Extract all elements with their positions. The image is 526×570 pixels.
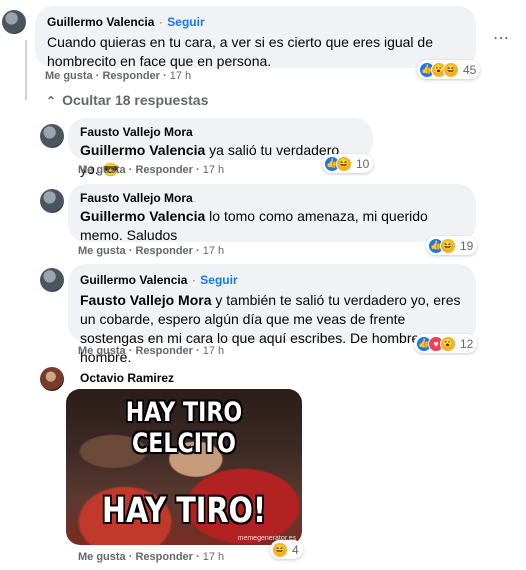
reaction-count: 19 bbox=[460, 238, 474, 253]
haha-icon: 😆 bbox=[443, 61, 459, 78]
reply-button[interactable]: Responder bbox=[102, 70, 159, 82]
like-button[interactable]: Me gusta bbox=[78, 245, 126, 257]
reaction-summary[interactable]: 👍 😮 😆 45 bbox=[417, 60, 481, 79]
haha-icon: 😆 bbox=[272, 541, 288, 558]
like-button[interactable]: Me gusta bbox=[78, 345, 126, 357]
reaction-summary[interactable]: 👍 😆 10 bbox=[322, 154, 374, 173]
avatar[interactable] bbox=[40, 189, 64, 213]
follow-link[interactable]: Seguir bbox=[167, 15, 204, 29]
comment-actions: Me gusta · Responder · 17 h bbox=[78, 551, 224, 563]
separator: · bbox=[158, 15, 163, 29]
author-name[interactable]: Guillermo Valencia bbox=[80, 273, 187, 287]
separator: · bbox=[163, 70, 167, 82]
reaction-count: 12 bbox=[460, 336, 474, 351]
mention[interactable]: Guillermo Valencia bbox=[80, 208, 205, 224]
author-name[interactable]: Fausto Vallejo Mora bbox=[80, 191, 464, 205]
separator: · bbox=[196, 245, 200, 257]
separator: · bbox=[95, 70, 100, 82]
timestamp[interactable]: 17 h bbox=[203, 245, 224, 257]
comment-text: Guillermo Valencia lo tomo como amenaza,… bbox=[80, 207, 464, 245]
separator: · bbox=[128, 345, 133, 357]
mention[interactable]: Guillermo Valencia bbox=[80, 142, 205, 158]
haha-icon: 😆 bbox=[336, 155, 352, 172]
thread-line bbox=[25, 40, 27, 100]
comment-actions: Me gusta · Responder · 17 h bbox=[78, 345, 224, 357]
reply-button[interactable]: Responder bbox=[135, 345, 192, 357]
mention[interactable]: Fausto Vallejo Mora bbox=[80, 292, 211, 308]
separator: · bbox=[128, 164, 133, 176]
separator: · bbox=[128, 245, 133, 257]
like-button[interactable]: Me gusta bbox=[78, 551, 126, 563]
reaction-count: 4 bbox=[292, 542, 299, 557]
wow-icon: 😮 bbox=[440, 335, 456, 352]
separator: · bbox=[191, 273, 196, 287]
chevron-up-icon: ⌃ bbox=[46, 94, 57, 108]
hide-replies-label: Ocultar 18 respuestas bbox=[62, 92, 209, 108]
separator: · bbox=[196, 164, 200, 176]
separator: · bbox=[196, 551, 200, 563]
haha-icon: 😆 bbox=[440, 237, 456, 254]
separator: · bbox=[128, 551, 133, 563]
more-options-icon[interactable]: ⋯ bbox=[493, 28, 510, 48]
comment-bubble: Fausto Vallejo Mora Guillermo Valencia l… bbox=[68, 184, 476, 245]
avatar[interactable] bbox=[2, 10, 26, 34]
comment-actions: Me gusta · Responder · 17 h bbox=[78, 164, 224, 176]
comment-bubble: Guillermo Valencia · Seguir Fausto Valle… bbox=[68, 264, 476, 365]
hide-replies-button[interactable]: ⌃ Ocultar 18 respuestas bbox=[46, 92, 208, 108]
avatar[interactable] bbox=[40, 124, 64, 148]
reaction-summary[interactable]: 👍 ♥ 😮 12 bbox=[414, 334, 478, 353]
comment-actions: Me gusta · Responder · 17 h bbox=[78, 245, 224, 257]
like-button[interactable]: Me gusta bbox=[45, 70, 93, 82]
comment-actions: Me gusta · Responder · 17 h bbox=[45, 70, 191, 82]
like-button[interactable]: Me gusta bbox=[78, 164, 126, 176]
reply-button[interactable]: Responder bbox=[135, 164, 192, 176]
author-name[interactable]: Octavio Ramirez bbox=[80, 371, 174, 385]
timestamp[interactable]: 17 h bbox=[203, 164, 224, 176]
reply-button[interactable]: Responder bbox=[135, 245, 192, 257]
reaction-summary[interactable]: 😆 4 bbox=[270, 540, 303, 559]
meme-bottom-text: HAY TIRO! bbox=[101, 491, 267, 531]
reaction-count: 45 bbox=[463, 62, 477, 77]
comment-text: Cuando quieras en tu cara, a ver si es c… bbox=[47, 34, 434, 69]
avatar[interactable] bbox=[40, 268, 64, 292]
timestamp[interactable]: 17 h bbox=[203, 551, 224, 563]
meme-top-text: HAY TIRO CELCITO bbox=[125, 397, 243, 459]
reaction-count: 10 bbox=[356, 156, 370, 171]
comment-bubble: Guillermo Valencia · Seguir Cuando quier… bbox=[35, 6, 476, 69]
meme-image[interactable]: HAY TIRO CELCITO HAY TIRO! memegenerator… bbox=[66, 389, 302, 545]
author-name[interactable]: Guillermo Valencia bbox=[47, 15, 154, 29]
timestamp[interactable]: 17 h bbox=[170, 70, 191, 82]
reaction-summary[interactable]: 👍 😆 19 bbox=[426, 236, 478, 255]
author-name[interactable]: Fausto Vallejo Mora bbox=[80, 125, 361, 139]
follow-link[interactable]: Seguir bbox=[200, 273, 237, 287]
timestamp[interactable]: 17 h bbox=[203, 345, 224, 357]
separator: · bbox=[196, 345, 200, 357]
reply-button[interactable]: Responder bbox=[135, 551, 192, 563]
avatar[interactable] bbox=[40, 367, 64, 391]
